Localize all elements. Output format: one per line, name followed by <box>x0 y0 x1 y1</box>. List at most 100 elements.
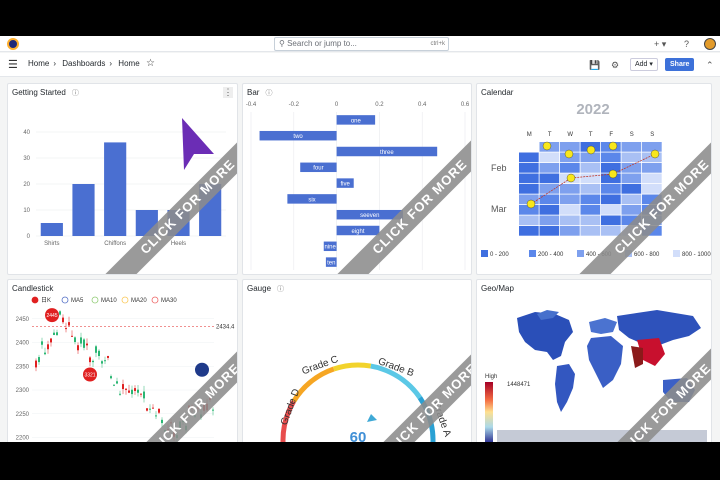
candle-body <box>101 361 103 364</box>
candle-body <box>143 391 145 399</box>
x-tick-label: -0.2 <box>289 102 300 108</box>
candle-body <box>86 343 88 346</box>
world-map: High 1448471 <box>485 310 707 442</box>
add-button[interactable]: Add ▾ <box>630 58 658 71</box>
calendar-cell <box>621 163 642 173</box>
calendar-cell <box>580 163 601 173</box>
legend-marker <box>61 296 69 304</box>
candle-body <box>38 357 40 363</box>
x-tick-label: 0.6 <box>461 102 470 108</box>
panel-geomap[interactable]: Geo/Map High 1448471 CLICK FOR MORE <box>476 279 712 442</box>
x-tick-label: 0.2 <box>375 102 384 108</box>
panel-bar[interactable]: Bar ⓘ -0.4 -0.2 0 0.2 0.4 0.6 one two three four fi… <box>242 83 472 275</box>
search-placeholder: Search or jump to... <box>287 39 357 48</box>
calendar-cell <box>560 226 580 236</box>
candle-body <box>44 352 46 355</box>
candle-body <box>161 419 163 424</box>
candle-body <box>68 322 70 326</box>
bar-chiffons <box>104 142 127 236</box>
bar-label-nine: nine <box>325 245 337 251</box>
gauge-grade-label: Grade D <box>279 388 302 427</box>
calendar-highlight <box>608 141 618 151</box>
search-icon: ⚲ <box>279 39 285 48</box>
calendar-cell <box>519 163 539 173</box>
avatar[interactable] <box>704 38 716 50</box>
y-tick-label: 20 <box>23 182 30 188</box>
calendar-cell <box>539 173 560 184</box>
chevron-up-icon[interactable]: ⌃ <box>706 58 714 72</box>
calendar-highlight <box>542 141 552 151</box>
calendar-cell <box>621 184 642 194</box>
calendar-highlight <box>564 149 574 159</box>
candle-body <box>137 389 139 393</box>
gear-icon[interactable]: ⚙ <box>611 58 619 72</box>
plus-icon[interactable]: + ▾ <box>654 37 666 51</box>
candle-body <box>107 356 109 358</box>
calendar-cell <box>519 215 539 226</box>
y-tick-label: 2200 <box>16 436 30 442</box>
weekday-label: F <box>609 132 613 138</box>
menu-icon[interactable]: ☰ <box>8 58 18 71</box>
gauge-pointer <box>367 414 377 422</box>
panel-calendar[interactable]: Calendar 2022 M T W T F S S Feb Mar 0 - 200 200 - 4… <box>476 83 712 275</box>
gauge-value: 60 <box>350 429 367 442</box>
visual-map-high: High <box>485 374 497 380</box>
share-button[interactable]: Share <box>665 58 695 71</box>
calendar-cell <box>539 152 560 163</box>
x-tick-label: Shirts <box>44 241 59 247</box>
visual-map-gradient <box>485 382 493 442</box>
candle-body <box>113 384 115 386</box>
candle-body <box>128 390 130 393</box>
calendar-cell <box>560 205 580 215</box>
panel-candlestick[interactable]: Candlestick 日KMA5MA10MA20MA3021502200225… <box>7 279 238 442</box>
panel-getting-started[interactable]: Getting Started ⓘ ⋮ 0 10 20 30 40 Shirts Chiffo… <box>7 83 238 275</box>
breadcrumb-home[interactable]: Home <box>28 59 49 68</box>
candle-body <box>71 335 73 337</box>
calendar-cell <box>560 184 580 194</box>
search-input[interactable]: ⚲ Search or jump to... ctrl+k <box>274 37 449 51</box>
y-tick-label: 40 <box>23 130 30 136</box>
calendar-cell <box>601 152 621 163</box>
grafana-app: ⚲ Search or jump to... ctrl+k + ▾ ? ☰ Ho… <box>0 36 720 442</box>
y-tick-label: 2450 <box>16 317 30 323</box>
calendar-cell <box>580 215 601 226</box>
india-shape <box>631 346 643 368</box>
calendar-cell <box>519 226 539 236</box>
calendar-cell <box>621 173 642 184</box>
search-shortcut: ctrl+k <box>430 41 445 47</box>
y-tick-label: 2250 <box>16 412 30 418</box>
bar-label-three: three <box>380 150 394 156</box>
legend-label: MA30 <box>161 298 177 304</box>
x-tick-label: 0.4 <box>418 102 427 108</box>
calendar-cell <box>560 163 580 173</box>
candle-body <box>77 345 79 351</box>
calendar-cell <box>519 152 539 163</box>
panel-gauge[interactable]: Gauge ⓘ Grade D Grade C Grade B Grade A 60 CL… <box>242 279 472 442</box>
calendar-year-title: 2022 <box>576 101 609 118</box>
grafana-logo-icon[interactable] <box>7 38 19 50</box>
save-icon[interactable]: 💾 <box>589 58 600 72</box>
max-value-label: 2434.4 <box>216 324 235 330</box>
candle-body <box>89 357 91 363</box>
calendar-cell <box>580 173 601 184</box>
candle-body <box>125 388 127 390</box>
add-label: Add <box>635 61 648 68</box>
breadcrumb-dashboards[interactable]: Dashboards <box>62 59 105 68</box>
x-tick-label: 0 <box>335 102 339 108</box>
calendar-cell <box>580 194 601 205</box>
mark-pin-label: 3321 <box>84 373 95 379</box>
calendar-cell <box>539 215 560 226</box>
candle-body <box>59 311 61 315</box>
calendar-highlight <box>650 149 660 159</box>
weekday-label: T <box>548 132 552 138</box>
legend-label: MA20 <box>131 298 147 304</box>
calendar-cell <box>539 194 560 205</box>
legend-label: 200 - 400 <box>538 252 564 258</box>
y-tick-label: 2350 <box>16 364 30 370</box>
south-america-shape <box>555 364 575 412</box>
mark-pin-label: 2445 <box>46 313 57 319</box>
star-icon[interactable]: ☆ <box>146 58 155 69</box>
help-icon[interactable]: ? <box>684 37 689 51</box>
x-tick-label: Heels <box>171 241 186 247</box>
weekday-label: W <box>567 132 573 138</box>
